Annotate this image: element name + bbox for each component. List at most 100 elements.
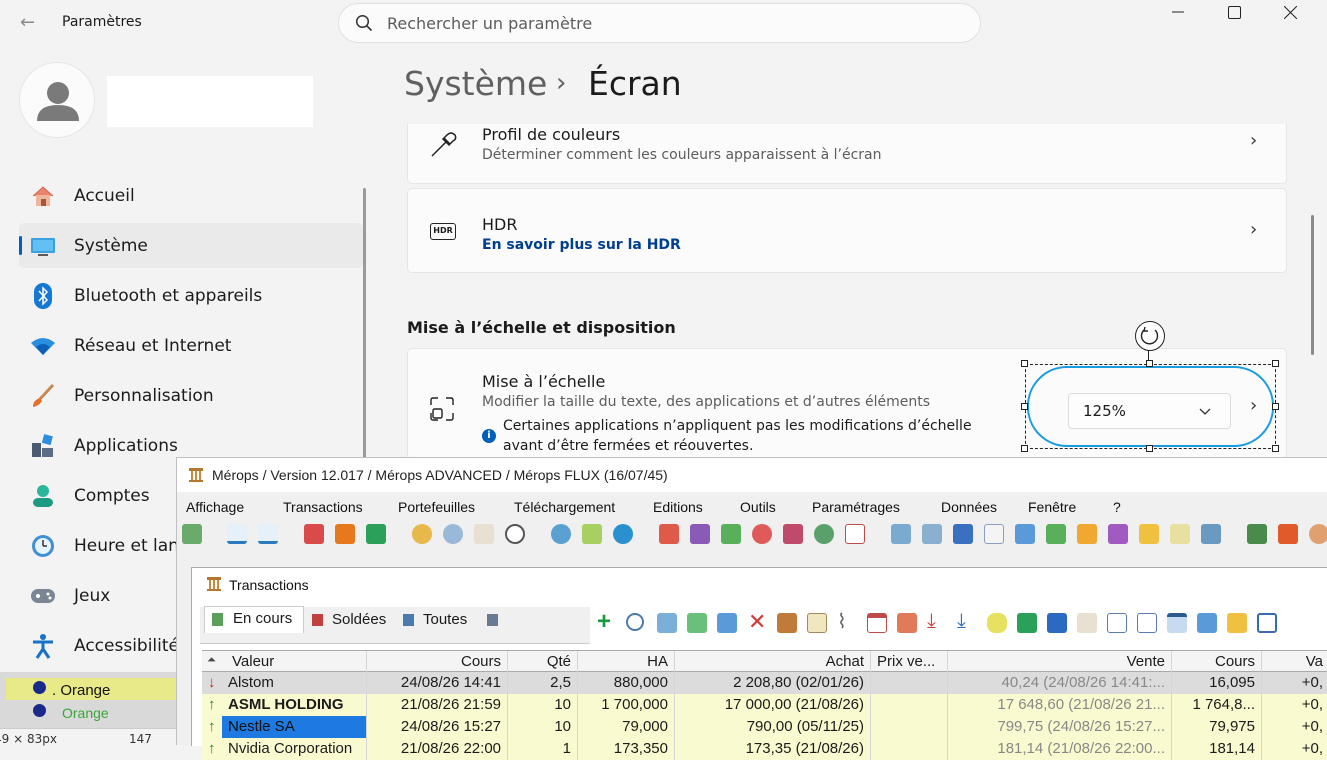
calendar-icon[interactable] (845, 524, 865, 544)
minimize-button[interactable] (1155, 0, 1201, 24)
folder-chart-icon[interactable] (1139, 524, 1159, 544)
menu-help[interactable]: ? (1113, 499, 1121, 515)
currency-green-icon[interactable] (1017, 613, 1037, 633)
chart-purple-icon[interactable] (690, 524, 710, 544)
col-vente[interactable]: Vente (948, 651, 1172, 673)
car-icon[interactable] (1201, 524, 1221, 544)
table-row[interactable]: ↓ Alstom 24/08/26 14:41 2,5 880,000 2 20… (202, 672, 1327, 694)
menu-portefeuilles[interactable]: Portefeuilles (398, 499, 475, 515)
back-arrow-icon[interactable]: ← (20, 12, 35, 33)
tools-icon[interactable] (1170, 524, 1190, 544)
content-scrollbar[interactable] (1311, 215, 1314, 355)
menu-outils[interactable]: Outils (740, 499, 776, 515)
color-profile-card[interactable]: Profil de couleurs Déterminer comment le… (407, 124, 1287, 184)
grid-icon[interactable] (717, 613, 737, 633)
clipboard-icon[interactable] (807, 613, 827, 633)
database-icon[interactable] (987, 613, 1007, 633)
nav-bluetooth[interactable]: Bluetooth et appareils (19, 273, 363, 318)
col-valeur[interactable]: Valeur (226, 651, 367, 673)
hdr-card[interactable]: HDR HDR En savoir plus sur la HDR › (407, 188, 1287, 273)
print-preview-icon[interactable] (922, 524, 942, 544)
chart-pie-icon[interactable] (551, 524, 571, 544)
hammer-icon[interactable] (777, 613, 797, 633)
download-blue-icon[interactable]: ⤓ (957, 610, 966, 633)
stack-icon[interactable] (1247, 524, 1267, 544)
save-icon[interactable] (953, 524, 973, 544)
rotate-handle-icon[interactable] (1135, 321, 1165, 351)
breadcrumb-parent[interactable]: Système (404, 64, 547, 103)
resize-handle[interactable] (1021, 445, 1028, 452)
globe-coins-icon[interactable] (443, 524, 463, 544)
menu-fenetre[interactable]: Fenêtre (1028, 499, 1076, 515)
search-input[interactable]: Rechercher un paramètre (338, 3, 981, 43)
table-row[interactable]: ↑ Nvidia Corporation 21/08/26 22:00 1 17… (202, 738, 1327, 760)
delete-icon[interactable]: ✕ (748, 609, 766, 635)
umbrella-icon[interactable] (814, 524, 834, 544)
tab-toutes[interactable]: Toutes (397, 608, 477, 633)
resize-handle[interactable] (1021, 403, 1028, 410)
resize-handle[interactable] (1272, 403, 1279, 410)
col-va[interactable]: Va (1262, 651, 1327, 673)
wallet-icon[interactable] (304, 524, 324, 544)
table-row[interactable]: ↑ Nestle SA 24/08/26 15:27 10 79,000 790… (202, 716, 1327, 738)
sort-up-icon[interactable]: ⏶ (207, 654, 216, 667)
table-purple-icon[interactable] (1108, 524, 1128, 544)
chart-icon[interactable] (657, 613, 677, 633)
search-icon[interactable] (626, 613, 644, 631)
menu-affichage[interactable]: Affichage (186, 499, 244, 515)
table-orange-icon[interactable] (1077, 524, 1097, 544)
nav-personnalisation[interactable]: Personnalisation (19, 373, 363, 418)
chart-red-icon[interactable] (659, 524, 679, 544)
col-cours2[interactable]: Cours (1172, 651, 1262, 673)
fit-icon[interactable] (1257, 613, 1277, 633)
clock-icon[interactable] (505, 524, 525, 544)
currency-green-icon[interactable] (366, 524, 386, 544)
nav-systeme[interactable]: Système (19, 223, 363, 268)
col-ha[interactable]: HA (578, 651, 675, 673)
download-red-icon[interactable]: ⤓ (927, 610, 936, 633)
page-icon[interactable] (1107, 613, 1127, 633)
compare-icon[interactable] (783, 524, 803, 544)
copy-icon[interactable] (1137, 613, 1157, 633)
bar-chart-icon[interactable] (721, 524, 741, 544)
col-cours[interactable]: Cours (367, 651, 508, 673)
nav-accueil[interactable]: Accueil (19, 173, 363, 218)
menu-editions[interactable]: Editions (653, 499, 703, 515)
close-button[interactable] (1267, 0, 1313, 24)
col-prix-vente[interactable]: Prix ve... (871, 651, 948, 673)
coins-icon[interactable] (412, 524, 432, 544)
tab-en-cours[interactable]: En cours (204, 606, 304, 633)
resize-handle[interactable] (1272, 360, 1279, 367)
menu-parametrages[interactable]: Paramétrages (812, 499, 900, 515)
avatar[interactable] (19, 62, 95, 138)
table-green-icon[interactable] (1046, 524, 1066, 544)
menu-donnees[interactable]: Données (941, 499, 997, 515)
bookmark-icon[interactable] (1047, 613, 1067, 633)
resize-window-icon[interactable] (1197, 613, 1217, 633)
download-all-icon[interactable] (258, 524, 278, 544)
resize-handle[interactable] (1146, 445, 1153, 452)
currency-icon[interactable] (335, 524, 355, 544)
lighthouse-icon[interactable] (1077, 613, 1097, 633)
hdr-learn-more-link[interactable]: En savoir plus sur la HDR (482, 237, 681, 253)
menu-telechargement[interactable]: Téléchargement (514, 499, 615, 515)
lighthouse-icon[interactable] (474, 524, 494, 544)
resize-handle[interactable] (1272, 445, 1279, 452)
add-icon[interactable]: + (597, 608, 611, 636)
chart-green-icon[interactable] (687, 613, 707, 633)
nav-reseau[interactable]: Réseau et Internet (19, 323, 363, 368)
print-icon[interactable] (891, 524, 911, 544)
pin-icon[interactable] (1227, 613, 1247, 633)
calendar-icon[interactable] (867, 613, 887, 633)
tab-soldees[interactable]: Soldées (306, 608, 394, 633)
table-blue-icon[interactable] (1015, 524, 1035, 544)
portfolio-icon[interactable] (182, 524, 202, 544)
table-row[interactable]: ↑ ASML HOLDING 21/08/26 21:59 10 1 700,0… (202, 694, 1327, 716)
window-icon[interactable] (1167, 613, 1187, 633)
calendar-alert-icon[interactable] (897, 613, 917, 633)
attachment-icon[interactable]: ⌇ (837, 609, 847, 634)
download-icon[interactable] (227, 524, 247, 544)
resize-handle[interactable] (1021, 360, 1028, 367)
area-chart-icon[interactable] (582, 524, 602, 544)
disc-icon[interactable] (613, 524, 633, 544)
